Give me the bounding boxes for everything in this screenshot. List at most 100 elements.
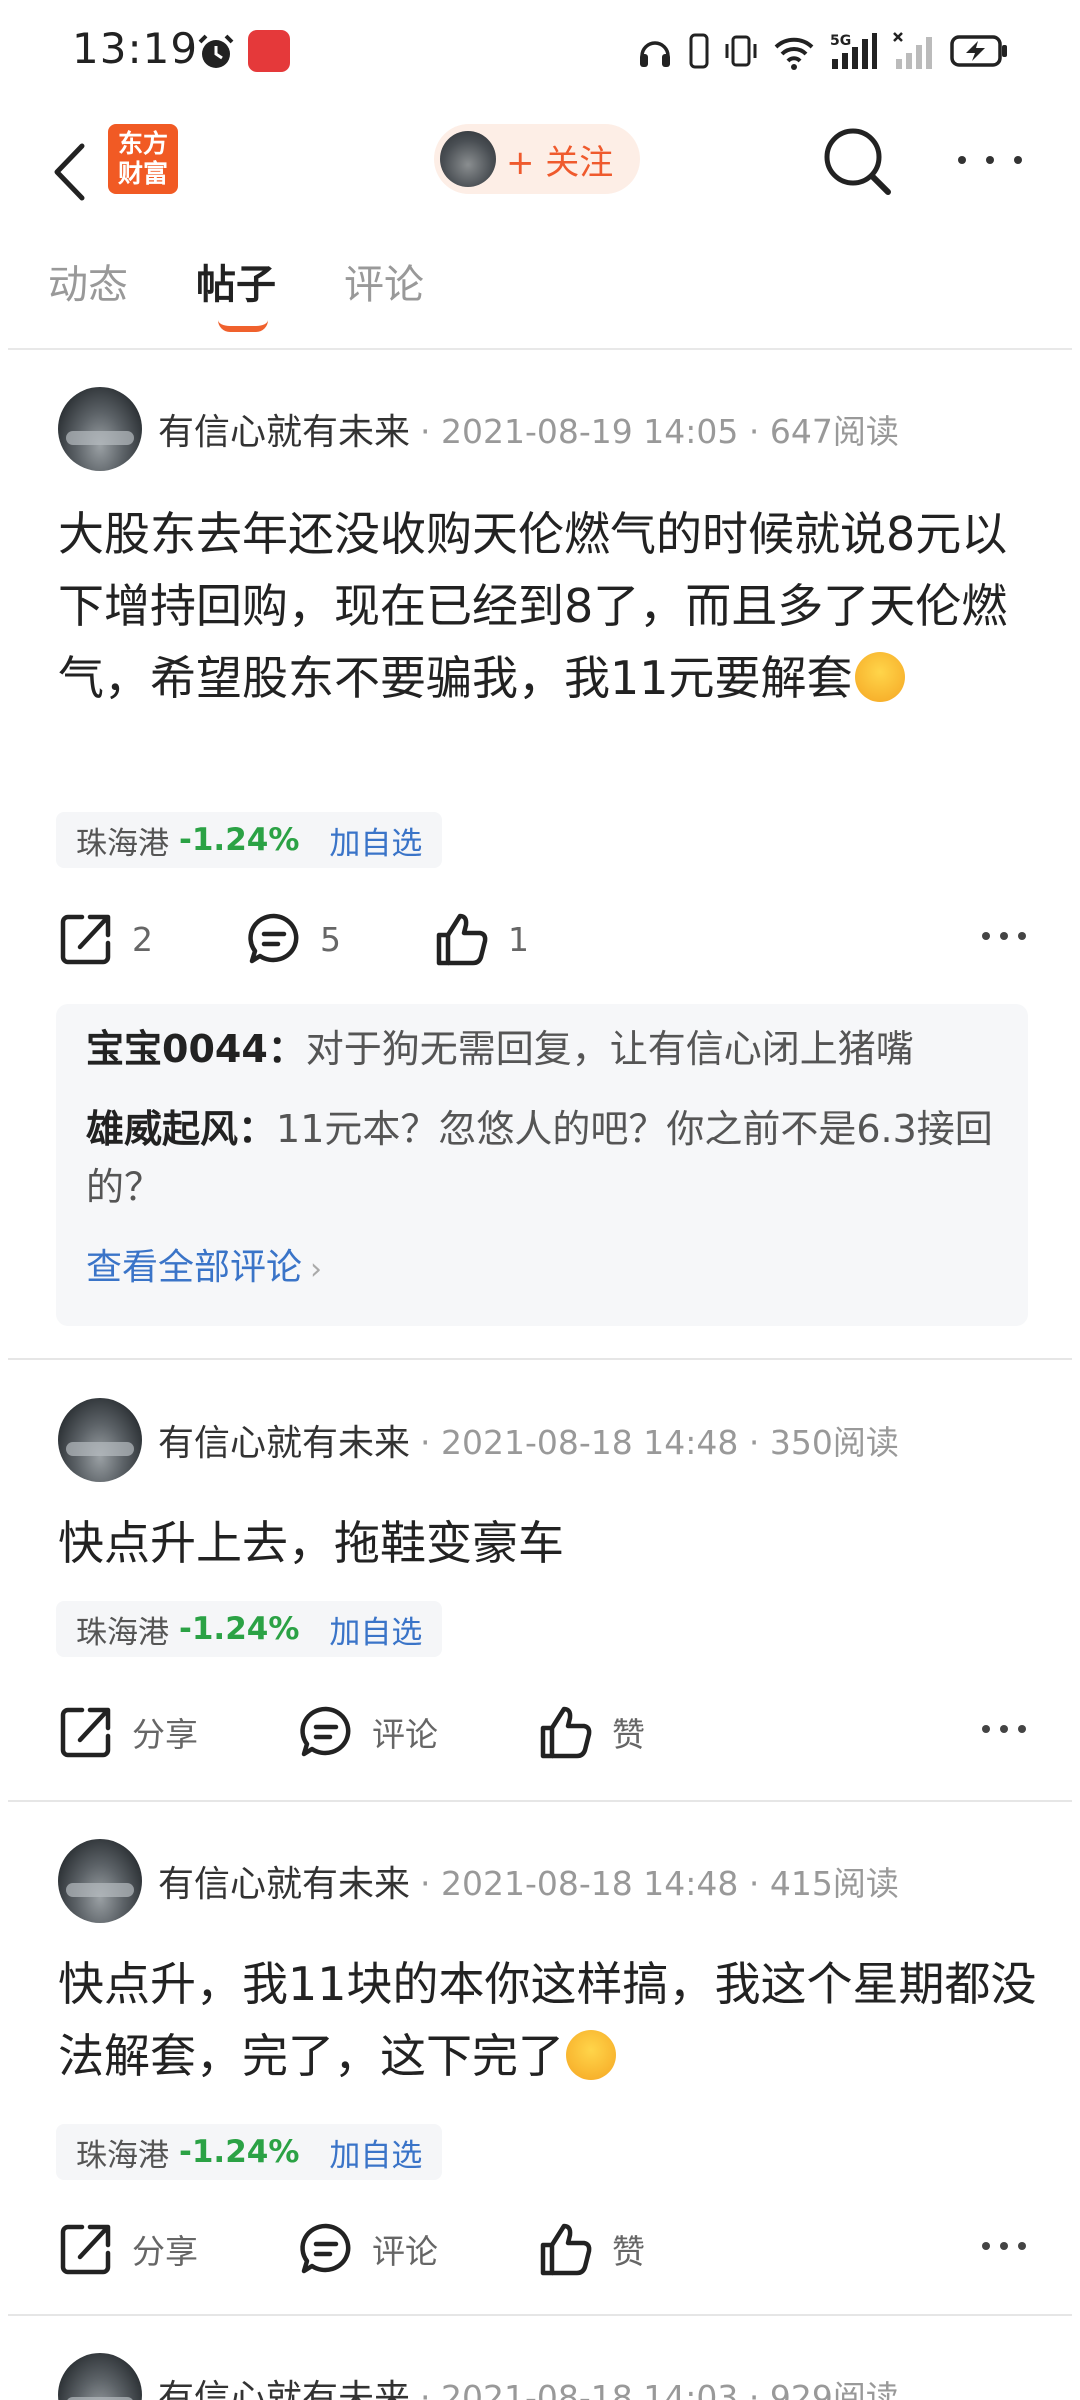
- phone-icon: [689, 33, 709, 69]
- back-icon: [54, 143, 85, 201]
- vibrate-icon: [725, 35, 757, 67]
- share-button[interactable]: 分享: [58, 2214, 198, 2284]
- post-body[interactable]: 快点升上去，拖鞋变豪车: [58, 1507, 1038, 1579]
- tab-bar: 动态 帖子 评论: [0, 250, 1080, 340]
- view-all-comments-link[interactable]: 查看全部评论 ›: [86, 1238, 998, 1290]
- stock-tag[interactable]: 珠海港 -1.24% 加自选: [56, 812, 443, 868]
- add-watchlist-button[interactable]: 加自选: [329, 2130, 422, 2175]
- app-logo[interactable]: 东方 财富: [108, 124, 178, 194]
- like-label: 赞: [612, 2232, 645, 2271]
- stock-tag[interactable]: 珠海港 -1.24% 加自选: [56, 1601, 443, 1657]
- author-name[interactable]: 有信心就有未来: [158, 1414, 410, 1466]
- post-author-row: 有信心就有未来 · 2021-08-18 14:03 · 929阅读: [58, 2352, 1058, 2400]
- post-meta: · 2021-08-19 14:05 · 647阅读: [420, 412, 899, 451]
- share-button[interactable]: 分享: [58, 1697, 198, 1767]
- post-text: 快点升，我11块的本你这样搞，我这个星期都没法解套，完了，这下完了: [58, 1957, 1037, 2083]
- comment-button[interactable]: 评论: [298, 2214, 438, 2284]
- divider: [8, 348, 1072, 350]
- post-actions: 2 5 1: [58, 904, 1048, 974]
- avatar[interactable]: [58, 2353, 142, 2400]
- stock-change: -1.24%: [179, 822, 300, 858]
- post-author-row: 有信心就有未来 · 2021-08-18 14:48 · 415阅读: [58, 1838, 1058, 1924]
- thumbs-up-icon: [540, 1706, 592, 1759]
- follow-button[interactable]: + 关注: [434, 124, 640, 194]
- app-notification-icon: [248, 30, 290, 72]
- post-reads: 929阅读: [769, 2378, 899, 2400]
- svg-text:5G: 5G: [830, 33, 851, 49]
- battery-charging-icon: [950, 35, 1007, 67]
- tab-comments[interactable]: 评论: [344, 252, 424, 310]
- like-label: 赞: [612, 1715, 645, 1754]
- tab-posts[interactable]: 帖子: [196, 252, 276, 310]
- tab-dynamics[interactable]: 动态: [48, 252, 128, 310]
- alarm-icon: [198, 34, 234, 68]
- laugh-emoji-icon: [854, 652, 905, 702]
- author-name[interactable]: 有信心就有未来: [158, 1855, 410, 1907]
- follow-label: + 关注: [506, 142, 614, 183]
- comment-author[interactable]: 雄威起风：: [86, 1107, 276, 1151]
- post-actions: 分享 评论 赞: [58, 2214, 1048, 2284]
- more-icon[interactable]: [982, 2242, 1026, 2256]
- more-icon[interactable]: [982, 1725, 1026, 1739]
- post-date: 2021-08-18 14:48: [441, 1423, 739, 1462]
- post-author-row: 有信心就有未来 · 2021-08-19 14:05 · 647阅读: [58, 386, 1058, 472]
- comment-button[interactable]: 5: [246, 904, 341, 974]
- post-body[interactable]: 快点升，我11块的本你这样搞，我这个星期都没法解套，完了，这下完了: [58, 1948, 1038, 2092]
- share-label: 分享: [132, 2232, 198, 2271]
- signal-5g-icon: 5G: [830, 33, 877, 69]
- thumbs-up-icon: [540, 2223, 592, 2276]
- chevron-right-icon: ›: [310, 1252, 323, 1287]
- post-reads: 647阅读: [769, 412, 899, 451]
- comment-label: 评论: [372, 2232, 438, 2271]
- more-icon[interactable]: [958, 140, 1022, 180]
- thumbs-up-icon: [436, 913, 488, 966]
- share-label: 分享: [132, 1715, 198, 1754]
- status-bar: 13:19 5G: [0, 0, 1080, 100]
- share-icon: [60, 2224, 111, 2275]
- comments-preview[interactable]: 宝宝0044：对于狗无需回复，让有信心闭上猪嘴 雄威起风：11元本？忽悠人的吧？…: [56, 1004, 1028, 1326]
- share-icon: [60, 914, 111, 965]
- post-date: 2021-08-18 14:03: [441, 2378, 739, 2400]
- back-button[interactable]: [44, 132, 94, 212]
- avatar[interactable]: [58, 387, 142, 471]
- like-button[interactable]: 1: [434, 904, 529, 974]
- search-button[interactable]: [820, 124, 896, 200]
- post-actions: 分享 评论 赞: [58, 1697, 1048, 1767]
- stock-change: -1.24%: [179, 2134, 300, 2170]
- avatar: [440, 131, 496, 187]
- comment-label: 评论: [372, 1715, 438, 1754]
- comment-button[interactable]: 评论: [298, 1697, 438, 1767]
- add-watchlist-button[interactable]: 加自选: [329, 1607, 422, 1652]
- comment-item[interactable]: 雄威起风：11元本？忽悠人的吧？你之前不是6.3接回的？: [86, 1100, 998, 1216]
- headphones-icon: [640, 41, 670, 67]
- stock-name: 珠海港: [76, 825, 169, 862]
- search-icon: [824, 128, 891, 195]
- post-author-row: 有信心就有未来 · 2021-08-18 14:48 · 350阅读: [58, 1397, 1058, 1483]
- post-date: 2021-08-18 14:48: [441, 1864, 739, 1903]
- comment-item[interactable]: 宝宝0044：对于狗无需回复，让有信心闭上猪嘴: [86, 1020, 998, 1078]
- tab-indicator: [218, 320, 268, 332]
- share-button[interactable]: 2: [58, 904, 153, 974]
- post-text: 快点升上去，拖鞋变豪车: [58, 1516, 564, 1570]
- share-icon: [60, 1707, 111, 1758]
- stock-name: 珠海港: [76, 1614, 169, 1651]
- header: 东方 财富 + 关注: [0, 110, 1080, 240]
- comment-count: 5: [320, 919, 341, 959]
- post-reads: 415阅读: [769, 1864, 899, 1903]
- comment-icon: [300, 1706, 351, 1757]
- avatar[interactable]: [58, 1398, 142, 1482]
- like-button[interactable]: 赞: [538, 2214, 645, 2284]
- comment-icon: [248, 913, 299, 964]
- more-icon[interactable]: [982, 932, 1026, 946]
- divider: [8, 1800, 1072, 1802]
- comment-text: 对于狗无需回复，让有信心闭上猪嘴: [305, 1027, 914, 1071]
- author-name[interactable]: 有信心就有未来: [158, 403, 410, 455]
- avatar[interactable]: [58, 1839, 142, 1923]
- add-watchlist-button[interactable]: 加自选: [329, 818, 422, 863]
- post-body[interactable]: 大股东去年还没收购天伦燃气的时候就说8元以下增持回购，现在已经到8了，而且多了天…: [58, 498, 1038, 714]
- author-name[interactable]: 有信心就有未来: [158, 2369, 410, 2400]
- stock-tag[interactable]: 珠海港 -1.24% 加自选: [56, 2124, 443, 2180]
- status-icons: 5G: [636, 26, 1008, 76]
- comment-author[interactable]: 宝宝0044：: [86, 1027, 306, 1071]
- like-button[interactable]: 赞: [538, 1697, 645, 1767]
